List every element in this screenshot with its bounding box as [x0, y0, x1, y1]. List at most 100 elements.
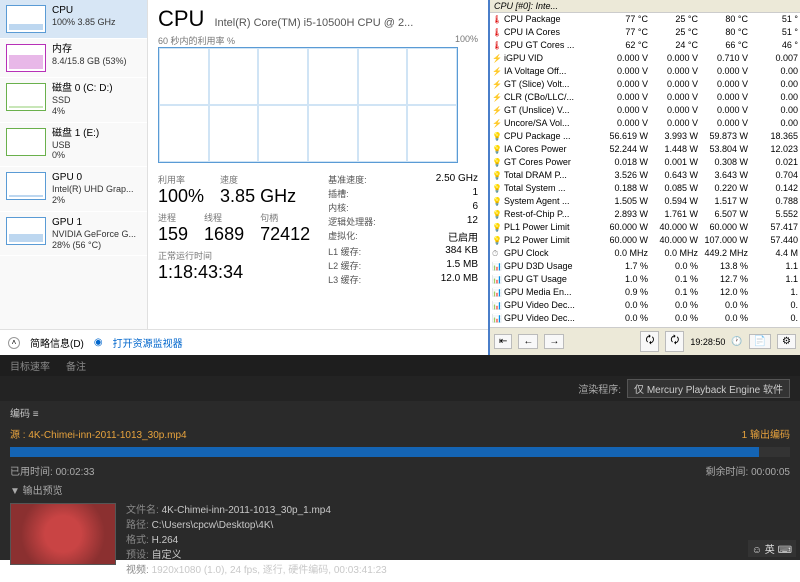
proc-label: 进程 [158, 211, 188, 224]
sensor-icon: 💡 [492, 221, 504, 234]
sensor-row[interactable]: 💡GT Cores Power0.018 W0.001 W0.308 W0.02… [490, 156, 800, 169]
refresh2-button[interactable]: 🗘 [665, 331, 684, 352]
sensor-row[interactable]: 💡Rest-of-Chip P...2.893 W1.761 W6.507 W5… [490, 208, 800, 221]
elapsed-label: 已用时间: [10, 467, 53, 478]
sensor-row[interactable]: 💡PL1 Power Limit60.000 W40.000 W60.000 W… [490, 221, 800, 234]
hwinfo-panel: CPU [#0]: Inte... 🌡CPU Package77 °C25 °C… [490, 0, 800, 355]
sensor-row[interactable]: 📊GPU Media En...0.9 %0.1 %12.0 %1. [490, 286, 800, 299]
media-encoder: 目标速率 备注 渲染程序: 仅 Mercury Playback Engine … [0, 355, 800, 560]
video-value: 1920x1080 (1.0), 24 fps, 逐行, 硬件编码, 00:03… [152, 565, 387, 576]
progress-bar [10, 447, 790, 457]
mini-graph-icon [6, 172, 46, 200]
sidebar-item-0[interactable]: CPU100% 3.85 GHz [0, 0, 147, 39]
tm-footer: ˄ 简略信息(D) ◉ 打开资源监视器 [0, 329, 488, 355]
clock-icon[interactable]: 🕐 [731, 336, 742, 347]
sidebar-item-1[interactable]: 内存8.4/15.8 GB (53%) [0, 39, 147, 78]
sensor-row[interactable]: ⚡IA Voltage Off...0.000 V0.000 V0.000 V0… [490, 65, 800, 78]
sensor-icon: 📊 [492, 299, 504, 312]
video-label: 视频: [126, 565, 149, 576]
tab-bitrate[interactable]: 目标速率 [10, 358, 50, 373]
sensor-row[interactable]: 🌡CPU IA Cores77 °C25 °C80 °C51 ° [490, 26, 800, 39]
sensor-icon: ⏱ [492, 247, 504, 260]
handle-value: 72412 [260, 224, 310, 245]
sidebar-item-4[interactable]: GPU 0Intel(R) UHD Grap...2% [0, 167, 147, 212]
nav-next-button[interactable]: → [544, 334, 564, 349]
proc-value: 159 [158, 224, 188, 245]
sensor-row[interactable]: ⚡GT (Slice) Volt...0.000 V0.000 V0.000 V… [490, 78, 800, 91]
sensor-icon: ⚡ [492, 52, 504, 65]
sensor-row[interactable]: 💡Total System ...0.188 W0.085 W0.220 W0.… [490, 182, 800, 195]
sensor-row[interactable]: 💡PL2 Power Limit60.000 W40.000 W107.000 … [490, 234, 800, 247]
tm-sidebar: CPU100% 3.85 GHz内存8.4/15.8 GB (53%)磁盘 0 … [0, 0, 148, 329]
sensor-row[interactable]: 💡CPU Package ...56.619 W3.993 W59.873 W1… [490, 130, 800, 143]
sidebar-item-2[interactable]: 磁盘 0 (C: D:)SSD4% [0, 78, 147, 123]
cpu-model: Intel(R) Core(TM) i5-10500H CPU @ 2... [214, 17, 413, 29]
sensor-icon: 💡 [492, 169, 504, 182]
sensor-row[interactable]: ⚡GT (Unslice) V...0.000 V0.000 V0.000 V0… [490, 104, 800, 117]
mini-graph-icon [6, 128, 46, 156]
elapsed-value: 00:02:33 [56, 467, 95, 478]
sensor-row[interactable]: 🌡CPU Package77 °C25 °C80 °C51 ° [490, 13, 800, 26]
sensor-row[interactable]: 💡IA Cores Power52.244 W1.448 W53.804 W12… [490, 143, 800, 156]
stat-pair: 逻辑处理器:12 [328, 215, 478, 228]
uptime-value: 1:18:43:34 [158, 262, 310, 283]
thread-value: 1689 [204, 224, 244, 245]
hwinfo-header[interactable]: CPU [#0]: Inte... [490, 0, 800, 13]
sensor-row[interactable]: 💡System Agent ...1.505 W0.594 W1.517 W0.… [490, 195, 800, 208]
path-label: 路径: [126, 520, 149, 531]
nav-prev-button[interactable]: ← [518, 334, 538, 349]
sensor-row[interactable]: 📊GPU Video Dec...0.0 %0.0 %0.0 %0. [490, 312, 800, 325]
sensor-icon: 🌡 [492, 39, 504, 52]
output-count: 1 输出编码 [742, 426, 790, 441]
brief-info-link[interactable]: 简略信息(D) [30, 335, 84, 350]
nav-first-button[interactable]: ⇤ [494, 334, 512, 349]
sensor-row[interactable]: ⏱GPU Clock0.0 MHz0.0 MHz449.2 MHz4.4 M [490, 247, 800, 260]
graph-y-max: 100% [455, 34, 478, 47]
util-label: 利用率 [158, 173, 204, 186]
stat-pair: L3 缓存:12.0 MB [328, 273, 478, 286]
stat-pair: 插槽:1 [328, 187, 478, 200]
sensor-icon: ⚡ [492, 104, 504, 117]
sensor-row[interactable]: ⚡iGPU VID0.000 V0.000 V0.710 V0.007 [490, 52, 800, 65]
speed-label: 速度 [220, 173, 296, 186]
stat-pair: L1 缓存:384 KB [328, 245, 478, 258]
system-tray[interactable]: ☺ 英 ⌨ [748, 540, 796, 557]
sensor-icon: ⚡ [492, 78, 504, 91]
sensor-row[interactable]: 📊GPU GT Usage1.0 %0.1 %12.7 %1.1 [490, 273, 800, 286]
sensor-row[interactable]: 📊GPU Video Dec...0.0 %0.0 %0.0 %0. [490, 299, 800, 312]
output-metadata: 文件名: 4K-Chimei-inn-2011-1013_30p_1.mp4 路… [126, 503, 387, 578]
settings-button[interactable]: ⚙ [777, 334, 796, 349]
sensor-row[interactable]: 📊GPU D3D Usage1.7 %0.0 %13.8 %1.1 [490, 260, 800, 273]
stat-pair: 内核:6 [328, 201, 478, 214]
sidebar-item-5[interactable]: GPU 1NVIDIA GeForce G...28% (56 °C) [0, 212, 147, 257]
sensor-row[interactable]: ⚡Uncore/SA Vol...0.000 V0.000 V0.000 V0.… [490, 117, 800, 130]
chevron-up-icon[interactable]: ˄ [8, 337, 20, 349]
sensor-icon: 💡 [492, 130, 504, 143]
hwinfo-toolbar: ⇤ ← → 🗘 🗘 19:28:50 🕐 📄 ⚙ [490, 327, 800, 355]
sensor-row[interactable]: 💡Total DRAM P...3.526 W0.643 W3.643 W0.7… [490, 169, 800, 182]
log-button[interactable]: 📄 [749, 334, 771, 349]
format-label: 格式: [126, 535, 149, 546]
output-preview-toggle[interactable]: ▼ 输出预览 [0, 480, 800, 499]
handle-label: 句柄 [260, 211, 310, 224]
mini-graph-icon [6, 5, 46, 33]
sensor-row[interactable]: 🌡CPU GT Cores ...62 °C24 °C66 °C46 ° [490, 39, 800, 52]
sidebar-item-3[interactable]: 磁盘 1 (E:)USB0% [0, 123, 147, 168]
refresh-button[interactable]: 🗘 [640, 331, 659, 352]
sensor-row[interactable]: ⚡CLR (CBo/LLC/...0.000 V0.000 V0.000 V0.… [490, 91, 800, 104]
tab-notes[interactable]: 备注 [66, 358, 86, 373]
perf-icon: ◉ [94, 337, 103, 348]
thread-label: 线程 [204, 211, 244, 224]
renderer-label: 渲染程序: [578, 381, 621, 396]
stat-pair: L2 缓存:1.5 MB [328, 259, 478, 272]
sensor-icon: 💡 [492, 182, 504, 195]
uptime-label: 正常运行时间 [158, 249, 310, 262]
util-value: 100% [158, 186, 204, 207]
sensor-icon: 💡 [492, 143, 504, 156]
mini-graph-icon [6, 44, 46, 72]
speed-value: 3.85 GHz [220, 186, 296, 207]
resource-monitor-link[interactable]: 打开资源监视器 [113, 335, 183, 350]
renderer-select[interactable]: 仅 Mercury Playback Engine 软件 [627, 379, 790, 398]
preset-value: 自定义 [152, 550, 182, 561]
source-label: 源 [10, 430, 20, 441]
